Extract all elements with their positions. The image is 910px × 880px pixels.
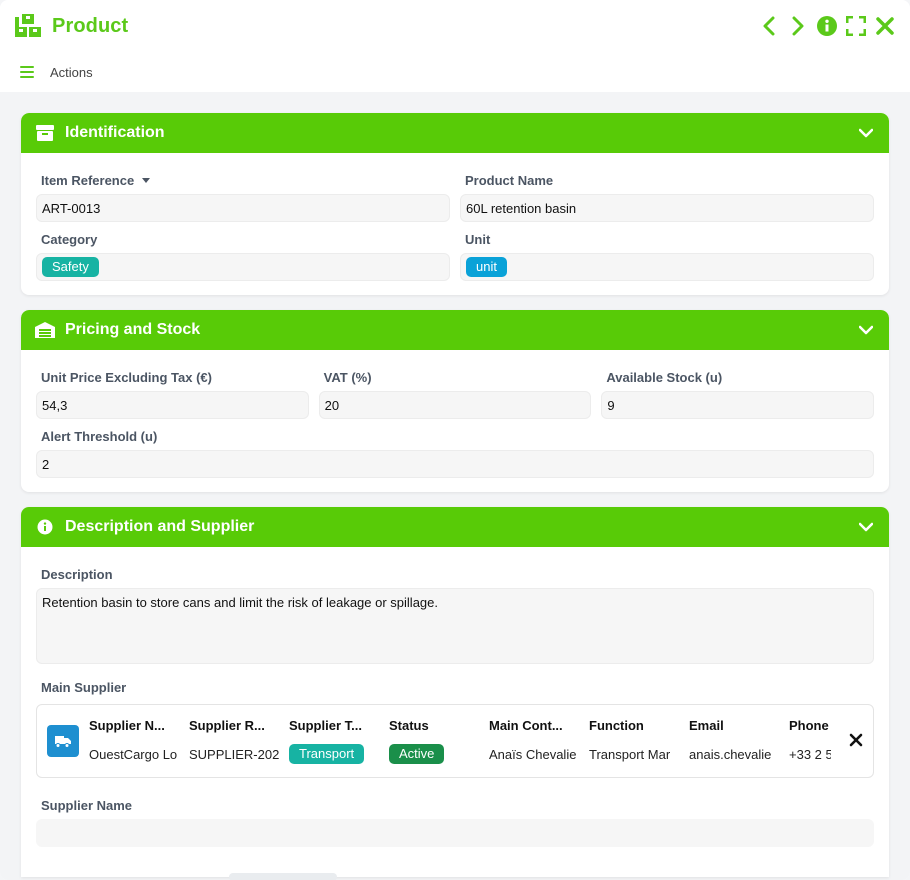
supplier-name-header: Supplier N... bbox=[89, 718, 165, 733]
supplier-type-chip: Transport bbox=[289, 744, 365, 764]
function-col: Function Transport Mar bbox=[589, 718, 689, 764]
main-supplier-card[interactable]: Supplier N... OuestCargo Lo Supplier R..… bbox=[36, 704, 874, 778]
close-icon[interactable] bbox=[873, 13, 896, 39]
chevron-down-icon[interactable] bbox=[857, 124, 875, 142]
pricing-header[interactable]: Pricing and Stock bbox=[21, 310, 889, 350]
supplier-name-field[interactable] bbox=[36, 819, 874, 847]
title-actions bbox=[757, 13, 896, 39]
unit-price-field[interactable]: 54,3 bbox=[36, 391, 309, 419]
truck-icon bbox=[47, 725, 79, 757]
available-stock-field[interactable]: 9 bbox=[601, 391, 874, 419]
supplier-name-col: Supplier N... OuestCargo Lo bbox=[89, 718, 189, 764]
unit-chip[interactable]: unit bbox=[466, 257, 507, 277]
unit-group: Unit unit bbox=[460, 232, 874, 281]
pricing-body: Unit Price Excluding Tax (€) 54,3 VAT (%… bbox=[21, 350, 889, 492]
supplier-type-header: Supplier T... bbox=[289, 718, 362, 733]
identification-header[interactable]: Identification bbox=[21, 113, 889, 153]
product-name-group: Product Name 60L retention basin bbox=[460, 173, 874, 222]
form-content: Identification Item Reference ART-0013 P… bbox=[0, 92, 910, 880]
caret-down-icon[interactable] bbox=[142, 178, 151, 183]
supplier-type-col: Supplier T... Transport bbox=[289, 718, 389, 764]
supplier-type-value: Transport bbox=[289, 744, 381, 764]
partial-element bbox=[229, 873, 337, 880]
description-label: Description bbox=[41, 567, 113, 582]
status-badge: Active bbox=[389, 744, 445, 764]
window-title: Product bbox=[52, 14, 129, 37]
titlebar: Product bbox=[0, 0, 910, 52]
actions-menu[interactable]: Actions bbox=[50, 65, 93, 80]
vat-label: VAT (%) bbox=[323, 370, 372, 385]
item-reference-field[interactable]: ART-0013 bbox=[36, 194, 450, 222]
status-value: Active bbox=[389, 744, 481, 764]
supplier-ref-header: Supplier R... bbox=[189, 718, 265, 733]
category-field[interactable]: Safety bbox=[36, 253, 450, 281]
pricing-section: Pricing and Stock Unit Price Excluding T… bbox=[21, 310, 889, 492]
product-window: Product Actions Identification Item Refe… bbox=[0, 0, 910, 880]
unit-label: Unit bbox=[465, 232, 491, 247]
unit-field[interactable]: unit bbox=[460, 253, 874, 281]
actions-bar: Actions bbox=[0, 52, 910, 92]
unit-price-group: Unit Price Excluding Tax (€) 54,3 bbox=[36, 370, 309, 419]
alert-threshold-label: Alert Threshold (u) bbox=[41, 429, 158, 444]
description-supplier-header[interactable]: Description and Supplier bbox=[21, 507, 889, 547]
identification-title: Identification bbox=[65, 124, 165, 141]
function-header: Function bbox=[589, 718, 644, 733]
status-header: Status bbox=[389, 718, 429, 733]
warehouse-icon bbox=[35, 321, 55, 339]
available-stock-label: Available Stock (u) bbox=[606, 370, 723, 385]
supplier-ref-value: SUPPLIER-202 bbox=[189, 746, 280, 762]
pricing-title: Pricing and Stock bbox=[65, 321, 201, 338]
identification-body: Item Reference ART-0013 Product Name 60L… bbox=[21, 153, 889, 295]
category-group: Category Safety bbox=[36, 232, 450, 281]
function-value: Transport Mar bbox=[589, 746, 671, 762]
description-supplier-body: Description Retention basin to store can… bbox=[21, 547, 889, 880]
unit-price-label: Unit Price Excluding Tax (€) bbox=[41, 370, 212, 385]
vat-group: VAT (%) 20 bbox=[318, 370, 592, 419]
info-circle-icon bbox=[35, 518, 55, 536]
product-name-field[interactable]: 60L retention basin bbox=[460, 194, 874, 222]
vat-field[interactable]: 20 bbox=[318, 391, 592, 419]
supplier-ref-col: Supplier R... SUPPLIER-202 bbox=[189, 718, 289, 764]
hamburger-icon[interactable] bbox=[20, 66, 34, 78]
item-reference-label[interactable]: Item Reference bbox=[36, 173, 450, 188]
supplier-name-label: Supplier Name bbox=[41, 798, 133, 813]
main-contact-value: Anaïs Chevalie bbox=[489, 746, 577, 762]
alert-threshold-field[interactable]: 2 bbox=[36, 450, 874, 478]
app-boxes-icon bbox=[14, 13, 44, 39]
email-value: anais.chevalie bbox=[689, 746, 772, 762]
product-name-label: Product Name bbox=[465, 173, 554, 188]
supplier-name-value: OuestCargo Lo bbox=[89, 746, 178, 762]
chevron-down-icon[interactable] bbox=[857, 518, 875, 536]
status-col: Status Active bbox=[389, 718, 489, 764]
category-label: Category bbox=[41, 232, 98, 247]
chevron-right-icon[interactable] bbox=[786, 13, 809, 39]
remove-icon[interactable] bbox=[849, 733, 863, 747]
description-supplier-section: Description and Supplier Description Ret… bbox=[21, 507, 889, 880]
available-stock-group: Available Stock (u) 9 bbox=[601, 370, 874, 419]
main-supplier-label: Main Supplier bbox=[41, 680, 127, 695]
category-chip[interactable]: Safety bbox=[42, 257, 99, 277]
item-reference-group: Item Reference ART-0013 bbox=[36, 173, 450, 222]
email-col: Email anais.chevalie bbox=[689, 718, 789, 764]
chevron-left-icon[interactable] bbox=[757, 13, 780, 39]
fullscreen-icon[interactable] bbox=[844, 13, 867, 39]
description-field[interactable]: Retention basin to store cans and limit … bbox=[36, 588, 874, 664]
info-icon[interactable] bbox=[815, 13, 838, 39]
email-header: Email bbox=[689, 718, 724, 733]
phone-col: Phone +33 2 5 bbox=[789, 718, 839, 764]
phone-header: Phone bbox=[789, 718, 829, 733]
identification-section: Identification Item Reference ART-0013 P… bbox=[21, 113, 889, 295]
alert-threshold-group: Alert Threshold (u) 2 bbox=[36, 429, 874, 478]
main-contact-col: Main Cont... Anaïs Chevalie bbox=[489, 718, 589, 764]
supplier-columns: Supplier N... OuestCargo Lo Supplier R..… bbox=[89, 718, 839, 764]
phone-value: +33 2 5 bbox=[789, 746, 831, 762]
description-supplier-title: Description and Supplier bbox=[65, 518, 255, 535]
box-icon bbox=[35, 124, 55, 142]
chevron-down-icon[interactable] bbox=[857, 321, 875, 339]
main-contact-header: Main Cont... bbox=[489, 718, 563, 733]
